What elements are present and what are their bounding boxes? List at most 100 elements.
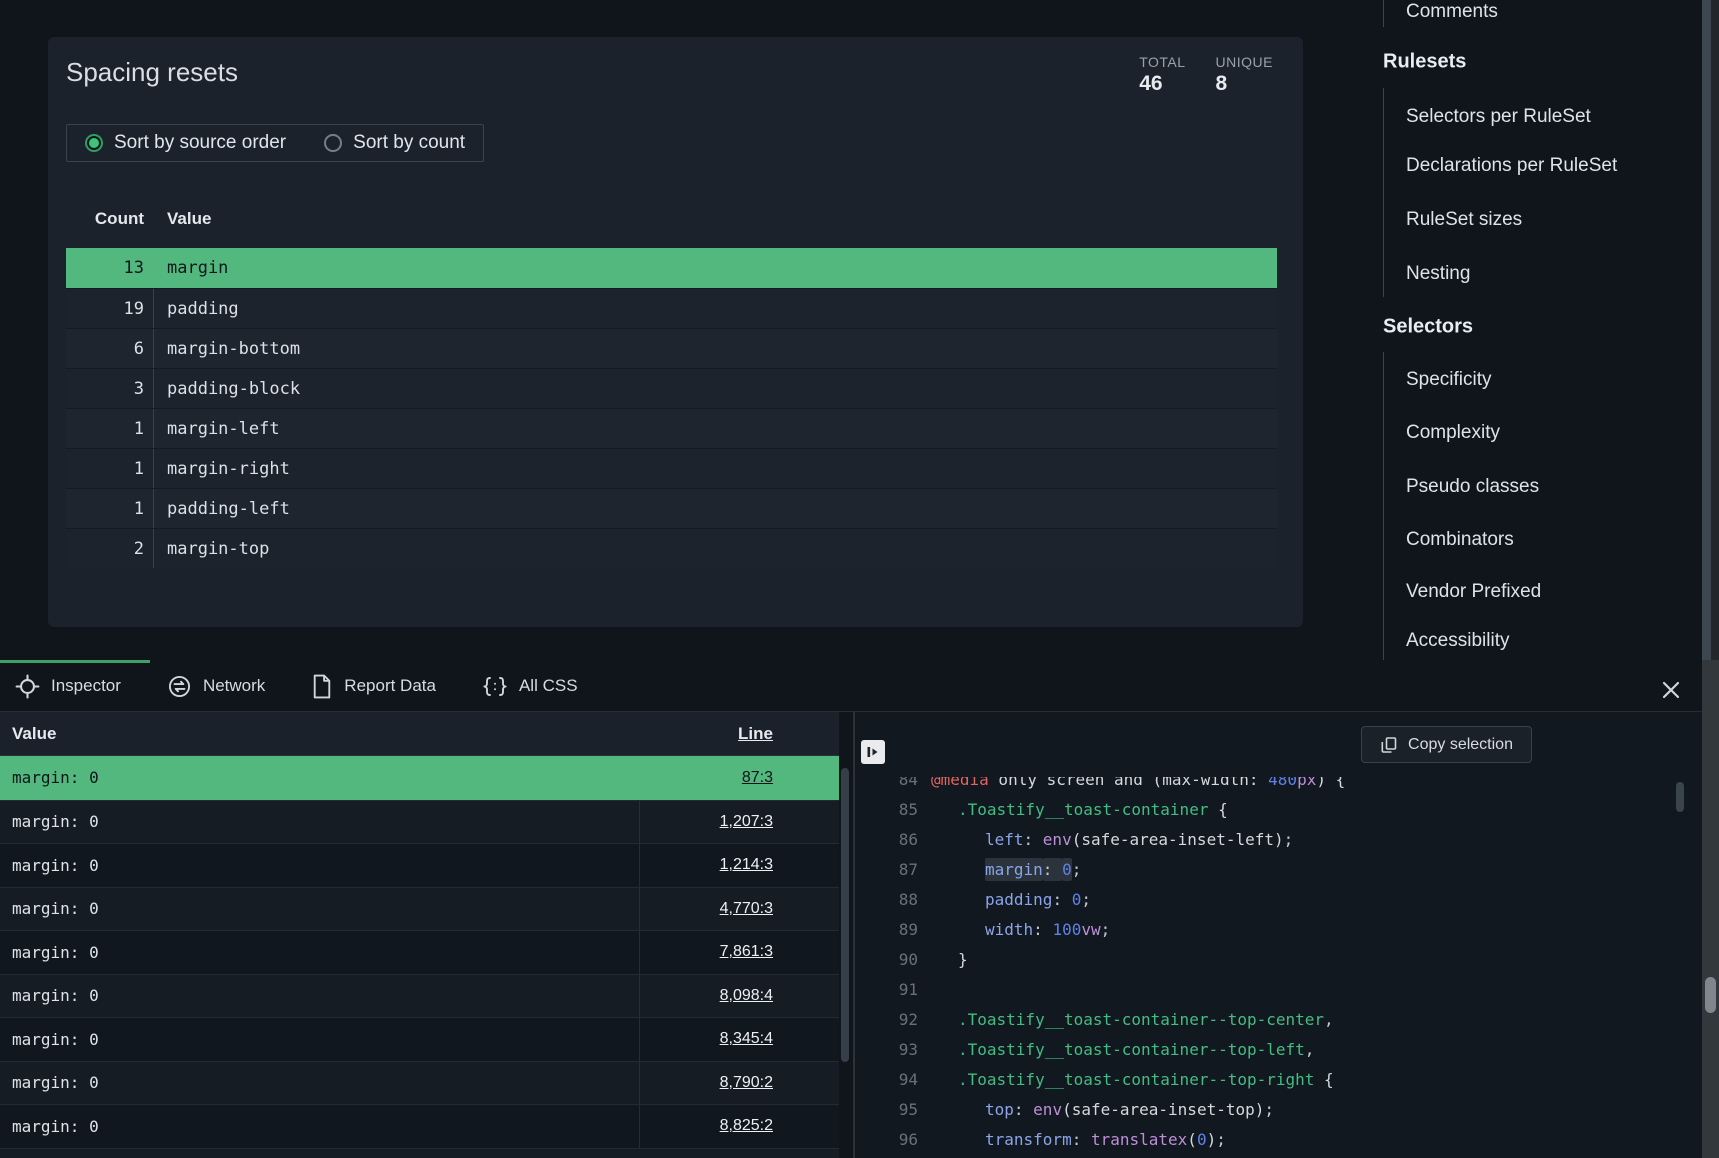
sidebar-item-specificity[interactable]: Specificity [1406,369,1492,391]
inspector-panel: Inspector Network [0,660,1702,1158]
braces-icon [482,674,508,699]
card-table-rows: 13margin19padding6margin-bottom3padding-… [66,248,1277,568]
declaration-value: margin: 0 [0,899,639,918]
card-table-row[interactable]: 19padding [66,288,1277,328]
card-table-row[interactable]: 13margin [66,248,1277,288]
line-number: 86 [855,830,918,849]
declaration-row[interactable]: margin: 087:3 [0,756,839,800]
browser-scrollbar-track[interactable] [1702,660,1719,1158]
sidebar-item-complexity[interactable]: Complexity [1406,422,1500,444]
panel-expand-icon [866,745,880,759]
page-scrollbar-thumb[interactable] [1702,0,1711,660]
code-text: .Toastify__toast-container--top-center, [918,1010,1334,1029]
declaration-row[interactable]: margin: 01,214:3 [0,843,839,887]
row-count: 1 [66,459,144,479]
declaration-row[interactable]: margin: 08,098:4 [0,974,839,1018]
line-link[interactable]: 8,790:2 [720,1074,773,1092]
code-text: padding: 0; [918,890,1091,909]
sidebar-item-nesting[interactable]: Nesting [1406,263,1470,285]
code-token: ; [1216,1130,1226,1149]
column-line-sort[interactable]: Line [639,724,839,744]
code-token: vw [1081,920,1100,939]
radio-selected-icon[interactable] [85,134,103,152]
line-link[interactable]: 87:3 [742,769,773,787]
code-token: : [1014,1100,1033,1119]
stat-unique-value: 8 [1216,72,1273,96]
stat-total: TOTAL 46 [1139,54,1185,96]
declaration-row[interactable]: margin: 0 4,770:3 [0,887,839,931]
code-text: .Toastify__toast-container { [918,800,1228,819]
line-cell: 1,207:3 [639,801,839,844]
close-panel-button[interactable] [1660,679,1682,701]
tab-inspector[interactable]: Inspector [15,674,121,699]
column-count: Count [66,209,144,229]
line-link[interactable]: 1,207:3 [720,813,773,831]
list-scrollbar-thumb[interactable] [841,768,849,1062]
sidebar-item-selectors-per-ruleset[interactable]: Selectors per RuleSet [1406,106,1591,128]
line-link[interactable]: 1,214:3 [720,856,773,874]
declaration-row[interactable]: margin: 07,861:3 [0,930,839,974]
card-table-row[interactable]: 1margin-right [66,448,1277,488]
code-token: { [1208,800,1227,819]
copy-selection-button[interactable]: Copy selection [1361,726,1532,763]
code-token: px [1297,777,1316,789]
code-scrollbar-thumb[interactable] [1676,782,1684,812]
sidebar-item-vendor-prefixed[interactable]: Vendor Prefixed [1406,581,1541,603]
line-link[interactable]: 8,098:4 [720,987,773,1005]
declaration-list-pane: Value Line margin: 087:3margin: 01,207:3… [0,712,853,1158]
code-line: 95top: env(safe-area-inset-top); [855,1094,1676,1124]
tab-network[interactable]: Network [167,674,265,699]
code-token: (safe-area-inset-top) [1062,1100,1264,1119]
line-number: 88 [855,890,918,909]
line-link[interactable]: 8,345:4 [720,1030,773,1048]
card-table-row[interactable]: 3padding-block [66,368,1277,408]
code-token: ) { [1316,777,1345,789]
code-token: } [958,950,968,969]
tab-all-css[interactable]: All CSS [482,674,578,699]
sidebar-item-comments[interactable]: Comments [1406,1,1498,23]
line-link[interactable]: 7,861:3 [720,943,773,961]
target-icon [15,674,40,699]
browser-scrollbar-track-top[interactable] [1711,0,1719,660]
radio-unselected-icon[interactable] [324,134,342,152]
code-line: 91 [855,974,1676,1004]
sort-by-count-radio[interactable]: Sort by count [324,132,465,154]
card-table-row[interactable]: 1margin-left [66,408,1277,448]
line-cell: 87:3 [639,756,839,800]
line-number: 89 [855,920,918,939]
row-count: 2 [66,539,144,559]
sidebar-item-pseudo-classes[interactable]: Pseudo classes [1406,476,1539,498]
code-token: top [985,1100,1014,1119]
declaration-row[interactable]: margin: 08,825:2 [0,1104,839,1148]
code-line: 93.Toastify__toast-container--top-left, [855,1034,1676,1064]
app-page: Spacing resets TOTAL 46 UNIQUE 8 Sort by… [0,0,1719,1158]
sidebar-item-accessibility[interactable]: Accessibility [1406,630,1509,652]
code-text: left: env(safe-area-inset-left); [918,830,1293,849]
expand-panel-button[interactable] [861,740,885,764]
sidebar-item-ruleset-sizes[interactable]: RuleSet sizes [1406,209,1522,231]
code-line: 89width: 100vw; [855,914,1676,944]
sidebar-item-declarations-per-ruleset[interactable]: Declarations per RuleSet [1406,155,1617,177]
code-token: : [1043,858,1062,881]
sidebar-item-combinators[interactable]: Combinators [1406,529,1514,551]
line-number: 84 [855,777,918,789]
line-link[interactable]: 8,825:2 [720,1117,773,1135]
line-link[interactable]: 4,770:3 [720,900,773,918]
declaration-row[interactable]: margin: 01,207:3 [0,800,839,844]
tab-all-css-label: All CSS [519,676,578,696]
line-number: 96 [855,1130,918,1149]
declaration-row[interactable]: margin: 08,790:2 [0,1061,839,1105]
code-text: margin: 0; [918,860,1081,879]
code-token: 480 [1268,777,1297,789]
code-token: (safe-area-inset-left) [1072,830,1284,849]
tab-report-data[interactable]: Report Data [311,674,436,699]
sidebar-group-line [1383,0,1384,27]
sidebar-group-line [1383,352,1384,660]
sort-by-source-order-radio[interactable]: Sort by source order [85,132,286,154]
browser-scrollbar-thumb[interactable] [1705,977,1716,1013]
declaration-rows: margin: 087:3margin: 01,207:3margin: 01,… [0,756,839,1158]
card-table-row[interactable]: 1padding-left [66,488,1277,528]
card-table-row[interactable]: 2margin-top [66,528,1277,568]
card-table-row[interactable]: 6margin-bottom [66,328,1277,368]
declaration-row[interactable]: margin: 08,345:4 [0,1017,839,1061]
